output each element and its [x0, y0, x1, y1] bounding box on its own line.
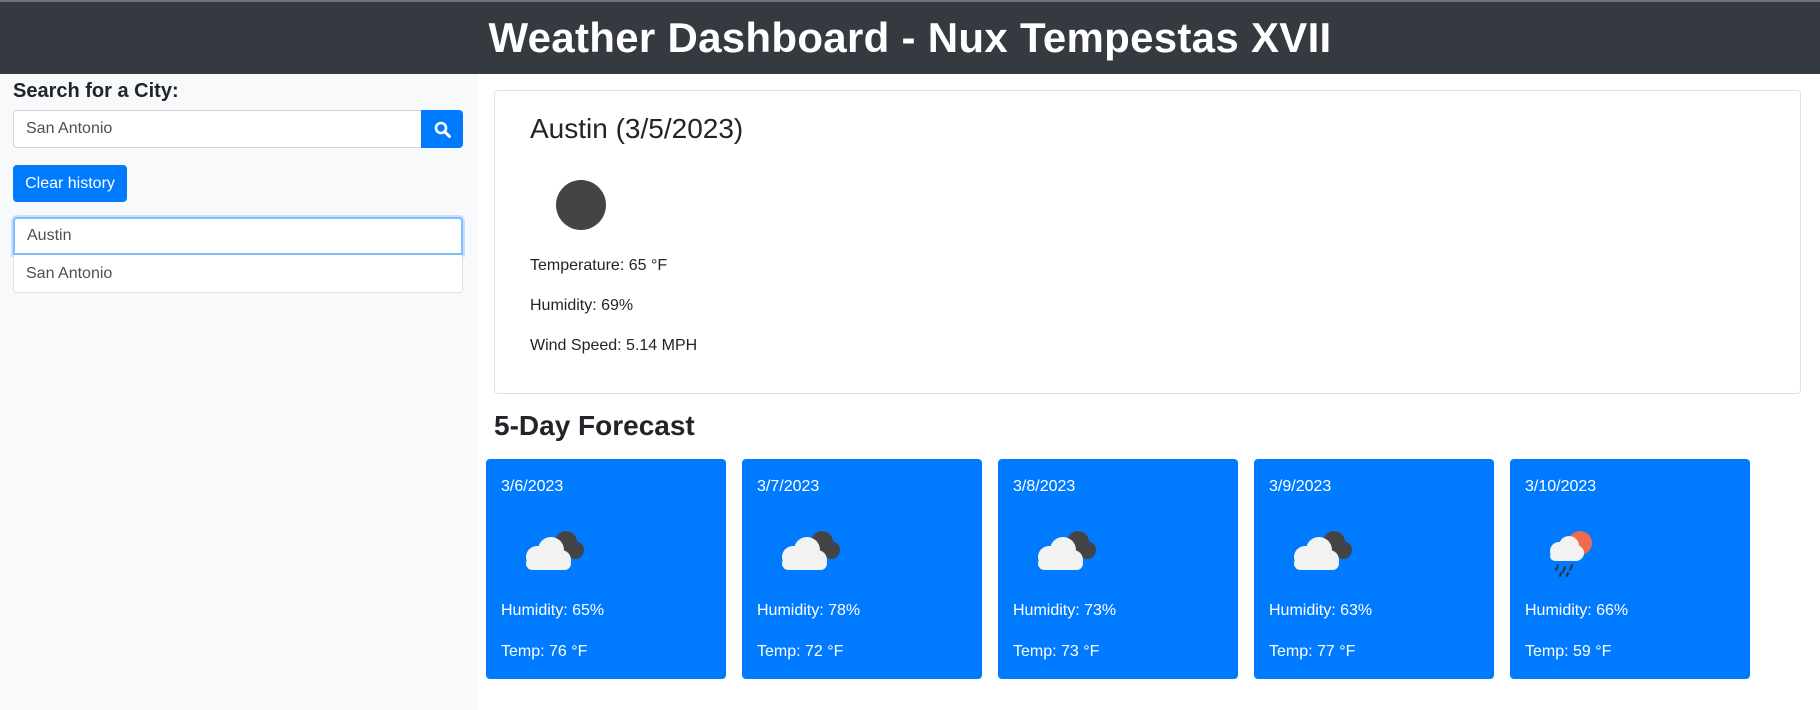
forecast-humidity: Humidity: 63%: [1269, 602, 1373, 619]
search-icon: [434, 121, 451, 138]
forecast-card: 3/7/2023 Humidity: 78% Temp: 72 °F: [742, 459, 982, 679]
clear-night-icon: [556, 180, 606, 230]
forecast-temp: Temp: 59 °F: [1525, 643, 1612, 660]
forecast-date: 3/9/2023: [1269, 478, 1332, 495]
forecast-heading: 5-Day Forecast: [494, 410, 695, 441]
search-button[interactable]: [421, 110, 463, 148]
forecast-temp: Temp: 73 °F: [1013, 643, 1100, 660]
forecast-date: 3/6/2023: [501, 478, 564, 495]
forecast-card: 3/6/2023 Humidity: 65% Temp: 76 °F: [486, 459, 726, 679]
forecast-humidity: Humidity: 66%: [1525, 602, 1629, 619]
forecast-humidity: Humidity: 78%: [757, 602, 861, 619]
current-temperature: Temperature: 65 °F: [530, 257, 668, 274]
forecast-date: 3/7/2023: [757, 478, 820, 495]
forecast-date: 3/8/2023: [1013, 478, 1076, 495]
cloudy-icon: [1294, 531, 1352, 570]
cloudy-icon: [782, 531, 840, 570]
clear-history-button[interactable]: Clear history: [13, 165, 127, 202]
forecast-date: 3/10/2023: [1525, 478, 1597, 495]
current-city-title: Austin (3/5/2023): [530, 113, 744, 144]
forecast-temp: Temp: 72 °F: [757, 643, 844, 660]
rain-sun-icon: [1550, 531, 1592, 577]
forecast-temp: Temp: 77 °F: [1269, 643, 1356, 660]
current-weather-card: Austin (3/5/2023) Temperature: 65 °F Hum…: [494, 90, 1801, 394]
search-label: Search for a City:: [13, 80, 179, 102]
forecast-card: 3/8/2023 Humidity: 73% Temp: 73 °F: [998, 459, 1238, 679]
forecast-temp: Temp: 76 °F: [501, 643, 588, 660]
page-title: Weather Dashboard - Nux Tempestas XVII: [488, 14, 1332, 61]
history-item-austin[interactable]: Austin: [13, 217, 463, 255]
search-history-list: Austin San Antonio: [13, 217, 463, 293]
forecast-humidity: Humidity: 73%: [1013, 602, 1117, 619]
cloudy-icon: [526, 531, 584, 570]
current-humidity: Humidity: 69%: [530, 297, 634, 314]
app-header: Weather Dashboard - Nux Tempestas XVII: [0, 0, 1820, 74]
forecast-card: 3/9/2023 Humidity: 63% Temp: 77 °F: [1254, 459, 1494, 679]
history-item-san-antonio[interactable]: San Antonio: [13, 255, 463, 293]
forecast-card: 3/10/2023 Humidity: 66% Temp: 59 °F: [1510, 459, 1750, 679]
current-wind-speed: Wind Speed: 5.14 MPH: [530, 337, 698, 354]
cloudy-icon: [1038, 531, 1096, 570]
city-search-input[interactable]: [13, 110, 421, 148]
forecast-humidity: Humidity: 65%: [501, 602, 605, 619]
